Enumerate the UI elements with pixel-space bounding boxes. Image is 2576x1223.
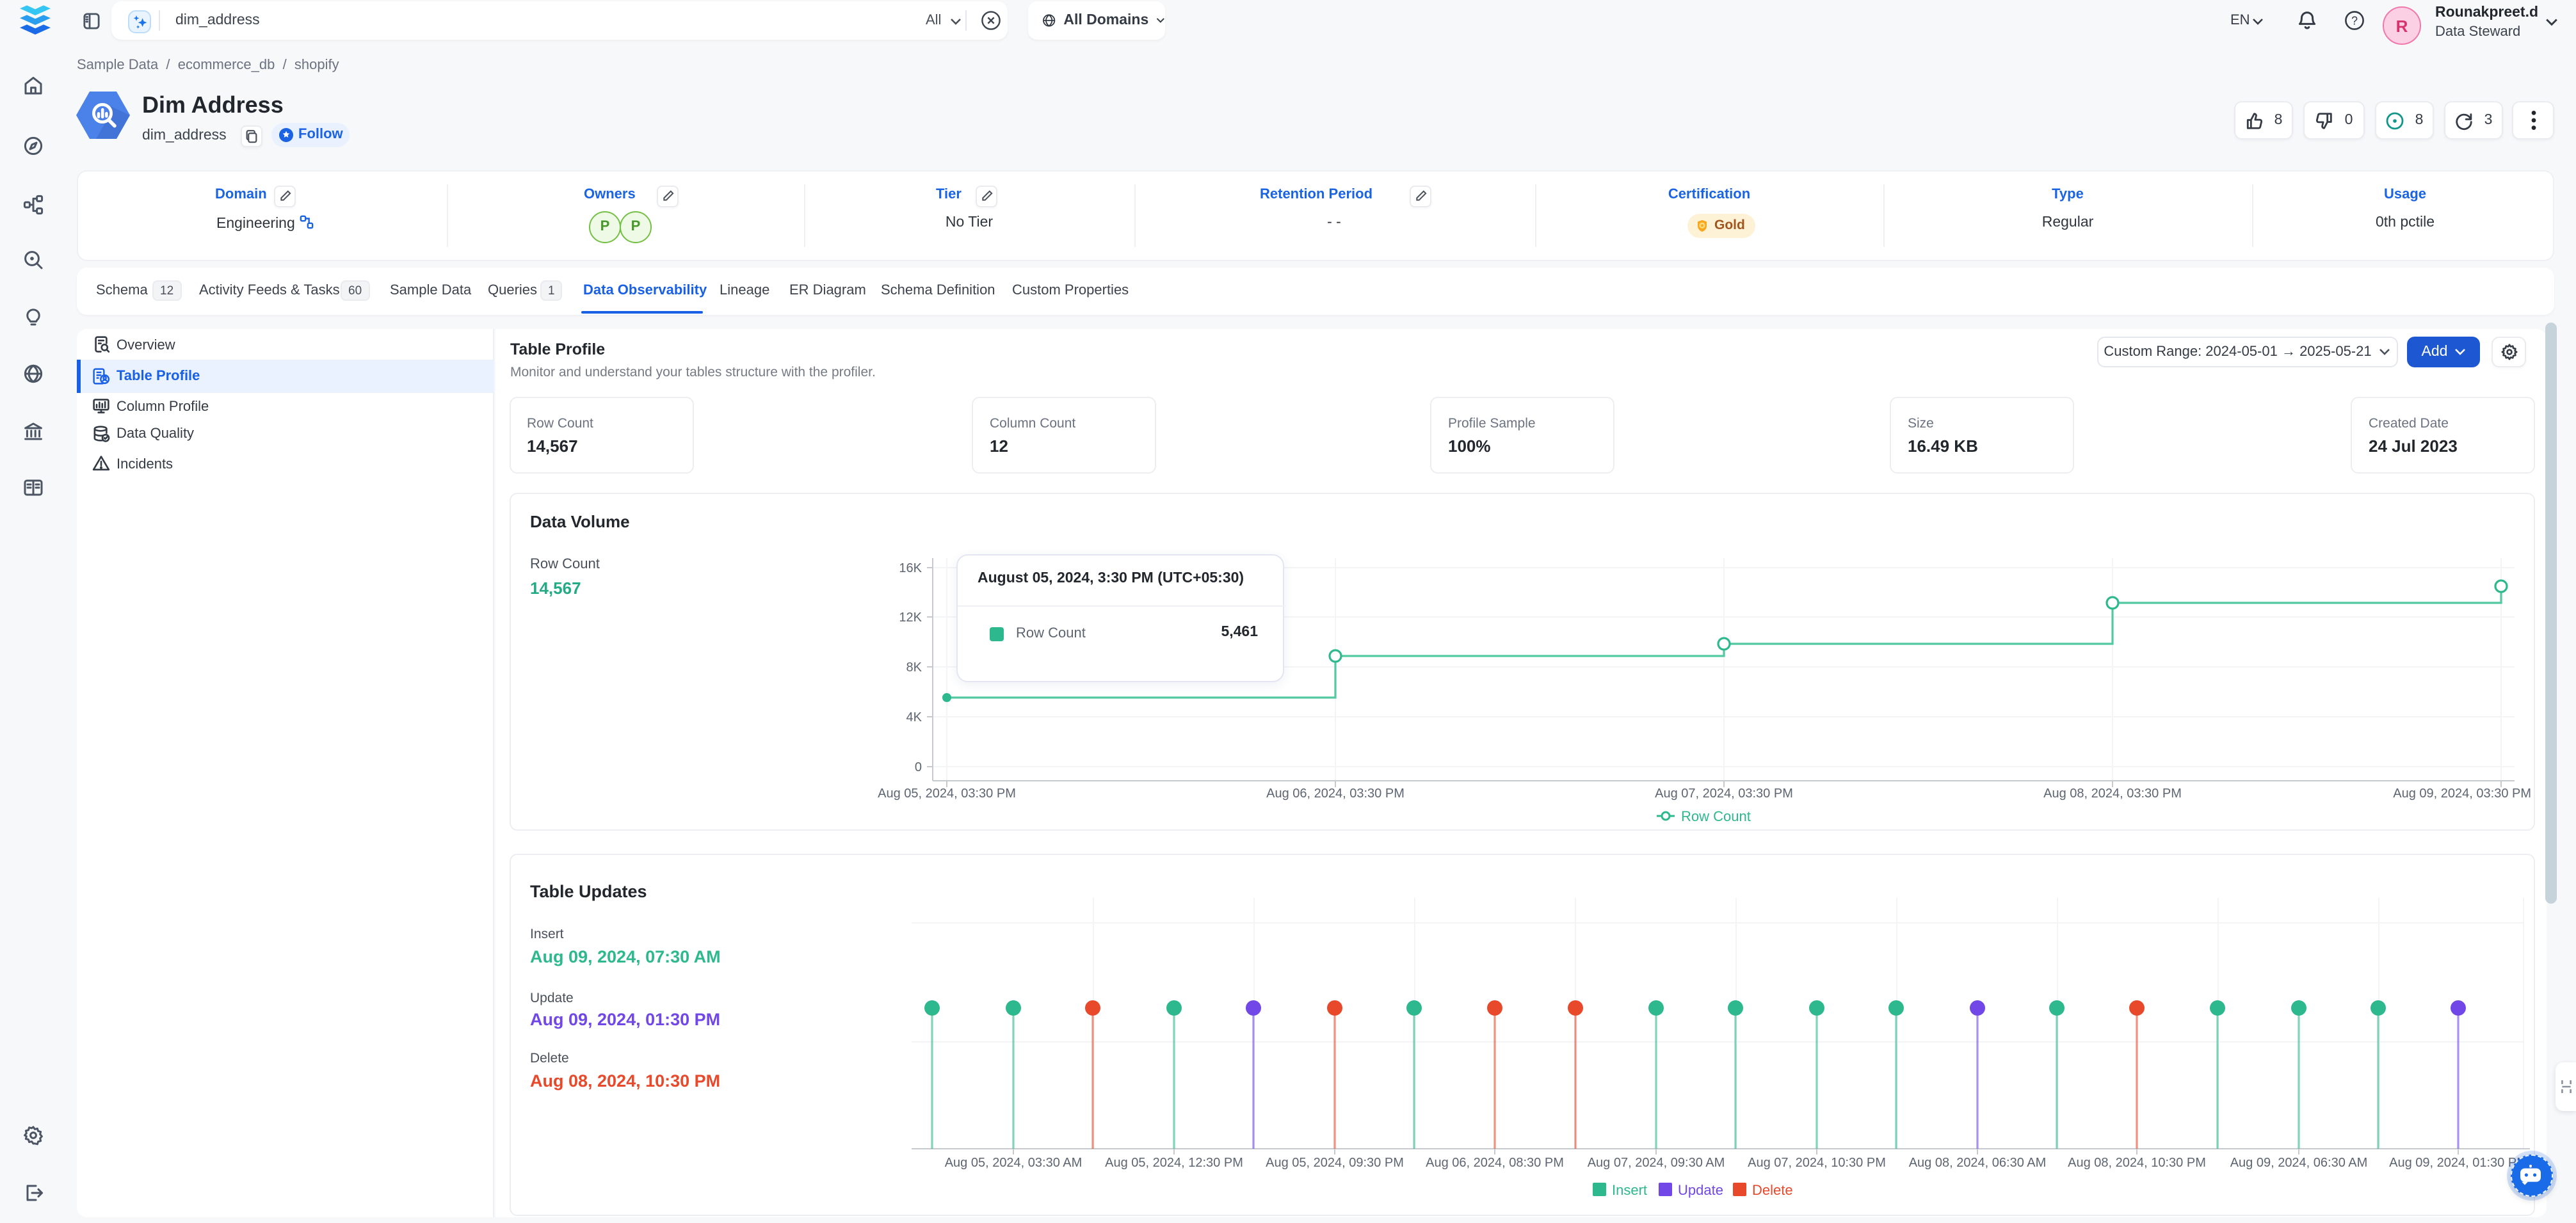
svg-text:Aug 07, 2024, 03:30 PM: Aug 07, 2024, 03:30 PM <box>1654 787 1792 801</box>
svg-text:Aug 08, 2024, 10:30 PM: Aug 08, 2024, 10:30 PM <box>2067 1155 2205 1169</box>
svg-text:Row Count: Row Count <box>1680 808 1750 824</box>
svg-text:12K: 12K <box>898 611 921 625</box>
svg-text:Aug 09, 2024, 06:30 AM: Aug 09, 2024, 06:30 AM <box>2230 1155 2367 1169</box>
svg-text:Aug 09, 2024, 01:30 PM: Aug 09, 2024, 01:30 PM <box>2388 1155 2527 1169</box>
svg-text:Aug 05, 2024, 12:30 PM: Aug 05, 2024, 12:30 PM <box>1104 1155 1243 1169</box>
svg-text:Aug 05, 2024, 03:30 PM: Aug 05, 2024, 03:30 PM <box>877 787 1015 801</box>
svg-text:Delete: Delete <box>1751 1181 1792 1197</box>
svg-text:8K: 8K <box>906 660 922 675</box>
svg-text:Aug 08, 2024, 03:30 PM: Aug 08, 2024, 03:30 PM <box>2043 787 2181 801</box>
svg-text:Aug 05, 2024, 03:30 AM: Aug 05, 2024, 03:30 AM <box>944 1155 1082 1169</box>
svg-text:Aug 06, 2024, 08:30 PM: Aug 06, 2024, 08:30 PM <box>1425 1155 1563 1169</box>
svg-text:Insert: Insert <box>1611 1181 1646 1197</box>
svg-text:Aug 07, 2024, 10:30 PM: Aug 07, 2024, 10:30 PM <box>1747 1155 1885 1169</box>
svg-text:Aug 08, 2024, 06:30 AM: Aug 08, 2024, 06:30 AM <box>1908 1155 2046 1169</box>
svg-text:Aug 07, 2024, 09:30 AM: Aug 07, 2024, 09:30 AM <box>1587 1155 1725 1169</box>
svg-text:4K: 4K <box>906 710 922 724</box>
svg-text:16K: 16K <box>898 561 921 575</box>
svg-text:Aug 05, 2024, 09:30 PM: Aug 05, 2024, 09:30 PM <box>1265 1155 1403 1169</box>
svg-text:Update: Update <box>1677 1181 1723 1197</box>
svg-text:0: 0 <box>914 760 921 774</box>
svg-text:Aug 09, 2024, 03:30 PM: Aug 09, 2024, 03:30 PM <box>2392 787 2531 801</box>
svg-text:Aug 06, 2024, 03:30 PM: Aug 06, 2024, 03:30 PM <box>1266 787 1404 801</box>
